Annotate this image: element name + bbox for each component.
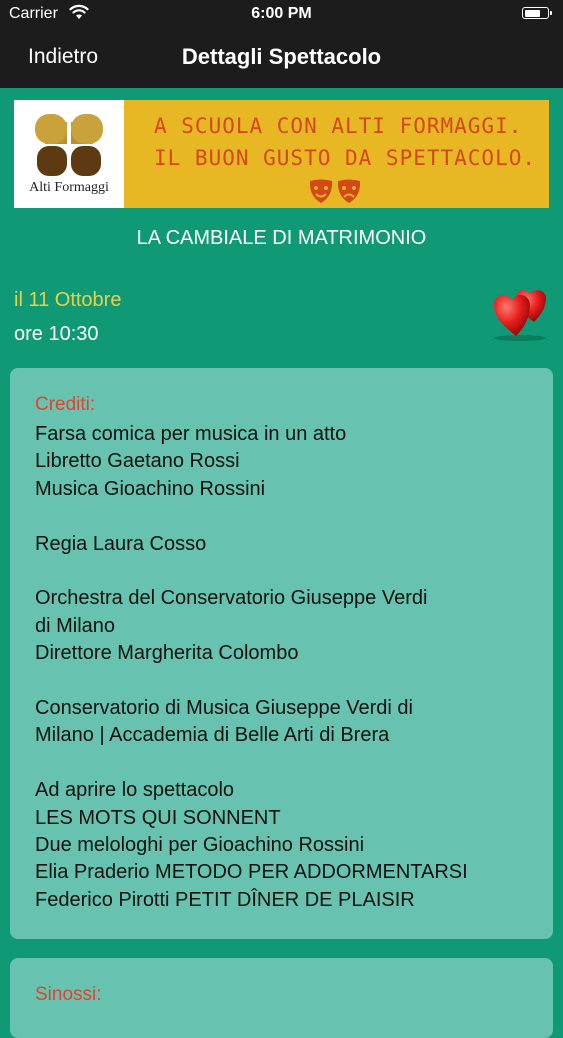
credits-line — [35, 558, 535, 585]
sponsor-logo: Alti Formaggi — [14, 100, 124, 208]
credits-line — [35, 750, 535, 777]
show-date: il 11 Ottobre — [14, 289, 122, 311]
credits-card: Crediti: Farsa comica per musica in un a… — [10, 368, 553, 939]
credits-line: Milano | Accademia di Belle Arti di Brer… — [35, 724, 390, 747]
credits-line: Due melologhi per Gioachino Rossini — [35, 834, 365, 857]
clock: 6:00 PM — [251, 5, 312, 22]
credits-body: Farsa comica per musica in un atto Libre… — [35, 421, 535, 914]
credits-line: Farsa comica per musica in un atto — [35, 423, 347, 445]
credits-line: Ad aprire lo spettacolo — [35, 779, 235, 802]
banner-line-1: A SCUOLA CON ALTI FORMAGGI. — [154, 114, 523, 138]
credits-heading: Crediti: — [35, 394, 96, 415]
show-time: ore 10:30 — [14, 323, 99, 345]
synopsis-card: Sinossi: — [10, 958, 553, 1038]
credits-line: Libretto Gaetano Rossi — [35, 450, 240, 473]
favorite-hearts-icon[interactable] — [490, 278, 554, 342]
sponsor-banner[interactable]: Alti Formaggi A SCUOLA CON ALTI FORMAGGI… — [14, 100, 549, 208]
credits-line: LES MOTS QUI SONNENT — [35, 806, 281, 829]
credits-line: Elia Praderio METODO PER ADDORMENTARSI — [35, 861, 468, 884]
status-bar: Carrier 6:00 PM — [0, 0, 563, 30]
credits-line: Direttore Margherita Colombo — [35, 642, 299, 665]
credits-line: di Milano — [35, 614, 116, 637]
page-title: Dettagli Spettacolo — [181, 44, 382, 69]
banner-line-2: IL BUON GUSTO DA SPETTACOLO. — [154, 146, 537, 170]
synopsis-heading: Sinossi: — [35, 984, 102, 1005]
credits-line: Regia Laura Cosso — [35, 532, 207, 555]
credits-line — [35, 503, 535, 530]
battery-icon — [522, 7, 552, 19]
sponsor-brand: Alti Formaggi — [29, 180, 109, 195]
credits-line: Conservatorio di Musica Giuseppe Verdi d… — [35, 697, 413, 720]
credits-line: Orchestra del Conservatorio Giuseppe Ver… — [35, 587, 428, 610]
top-bar: Carrier 6:00 PM Indietro Dettagli Spetta… — [0, 0, 563, 88]
theater-masks-icon — [309, 179, 361, 203]
sponsor-logo-mark — [35, 114, 103, 176]
credits-line: Federico Pirotti PETIT DÎNER DE PLAISIR — [35, 888, 415, 911]
show-title: LA CAMBIALE DI MATRIMONIO — [136, 227, 427, 249]
credits-line: Musica Gioachino Rossini — [35, 477, 266, 500]
credits-line — [35, 668, 535, 695]
